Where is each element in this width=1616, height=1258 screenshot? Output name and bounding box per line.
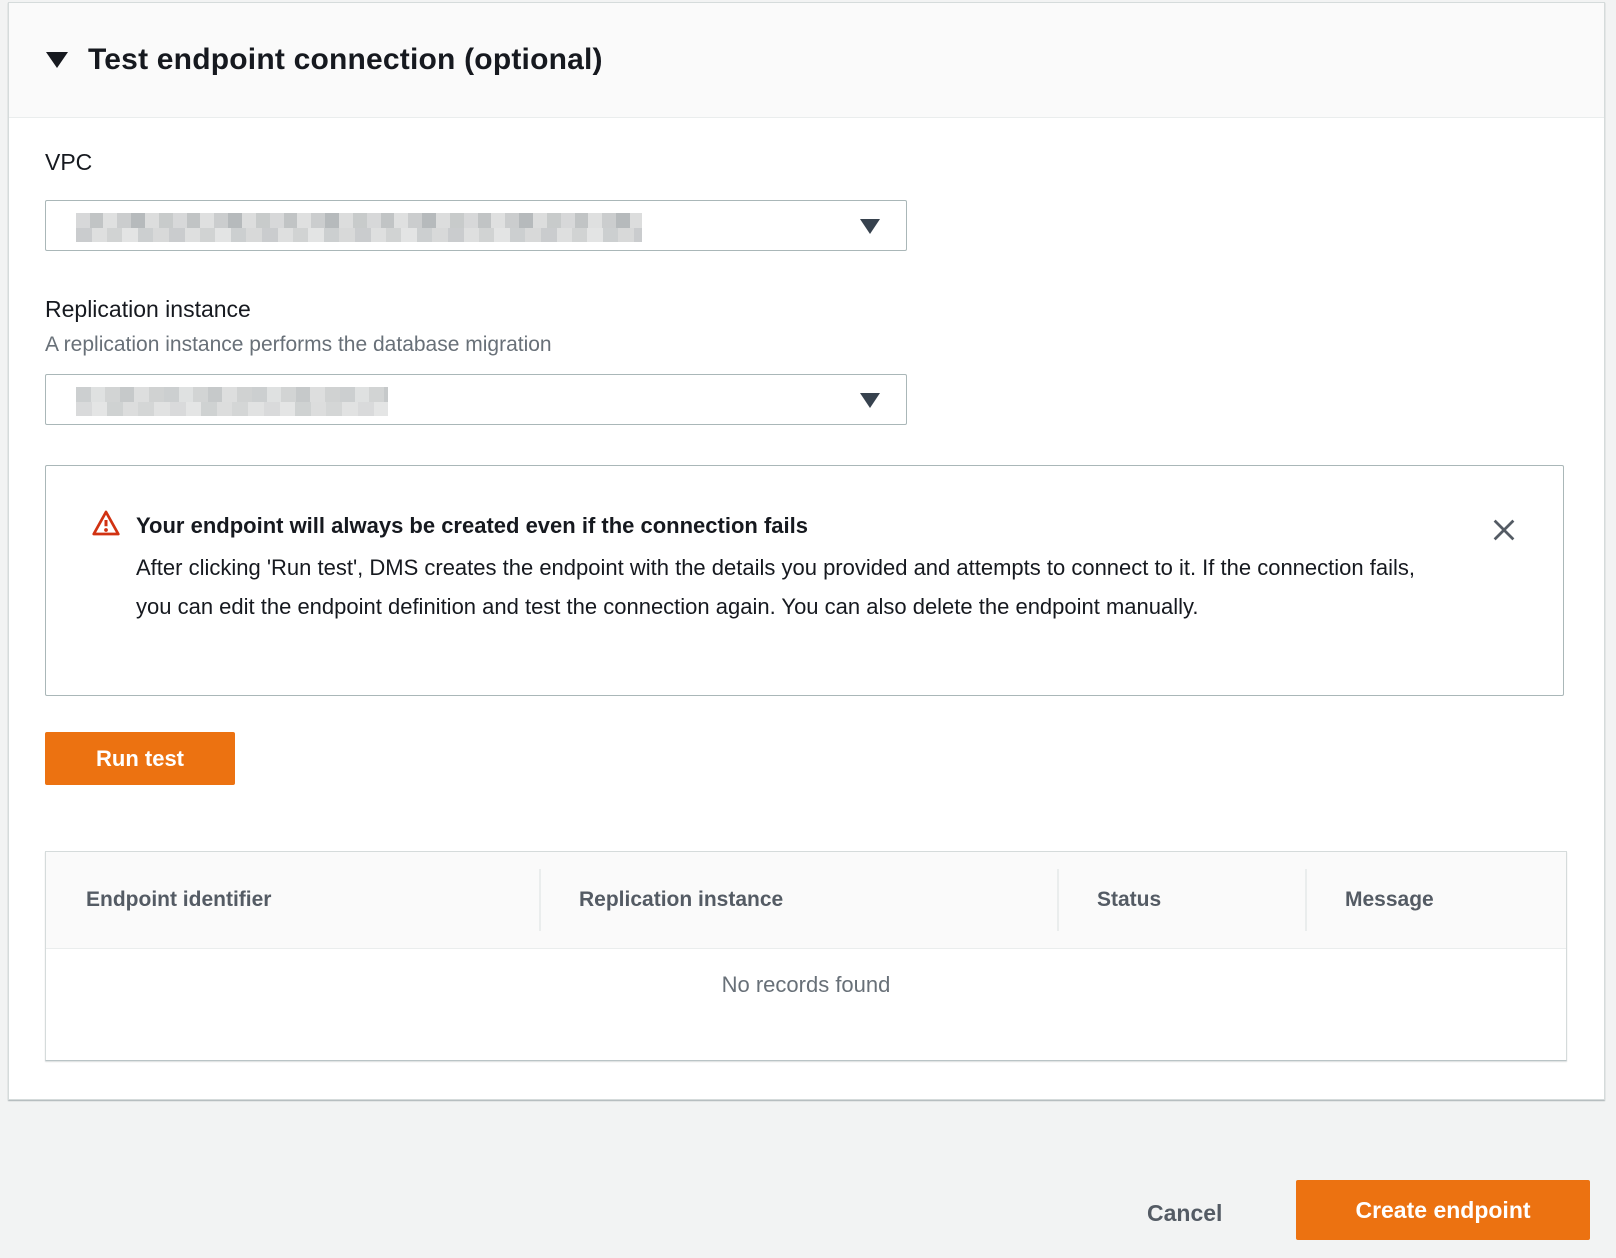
replication-instance-select[interactable]	[45, 374, 907, 425]
table-empty-state: No records found	[46, 949, 1566, 1060]
create-endpoint-button[interactable]: Create endpoint	[1296, 1180, 1590, 1240]
section-title: Test endpoint connection (optional)	[88, 43, 603, 77]
section-header-test-endpoint-connection[interactable]: Test endpoint connection (optional)	[9, 3, 1604, 118]
warning-body: After clicking 'Run test', DMS creates t…	[136, 548, 1446, 626]
run-test-button[interactable]: Run test	[45, 732, 235, 785]
test-endpoint-connection-panel: Test endpoint connection (optional) VPC …	[8, 2, 1605, 1100]
vpc-selected-value-redacted	[76, 213, 642, 242]
triangle-down-icon	[46, 52, 68, 68]
warning-triangle-icon	[90, 508, 122, 538]
column-header-endpoint-identifier[interactable]: Endpoint identifier	[46, 852, 539, 948]
column-header-replication-instance[interactable]: Replication instance	[539, 852, 1057, 948]
column-header-message[interactable]: Message	[1305, 852, 1566, 948]
table-header-row: Endpoint identifier Replication instance…	[46, 852, 1566, 949]
column-header-status[interactable]: Status	[1057, 852, 1305, 948]
warning-alert: Your endpoint will always be created eve…	[45, 465, 1564, 696]
close-icon[interactable]	[1487, 514, 1521, 548]
dropdown-caret-icon	[860, 219, 880, 234]
test-results-table: Endpoint identifier Replication instance…	[45, 851, 1567, 1061]
dropdown-caret-icon	[860, 393, 880, 408]
replication-instance-selected-value-redacted	[76, 387, 388, 416]
replication-instance-description: A replication instance performs the data…	[45, 333, 552, 357]
cancel-button[interactable]: Cancel	[1131, 1192, 1238, 1235]
warning-title: Your endpoint will always be created eve…	[136, 513, 808, 539]
replication-instance-label: Replication instance	[45, 296, 251, 323]
vpc-select[interactable]	[45, 200, 907, 251]
vpc-label: VPC	[45, 149, 92, 176]
